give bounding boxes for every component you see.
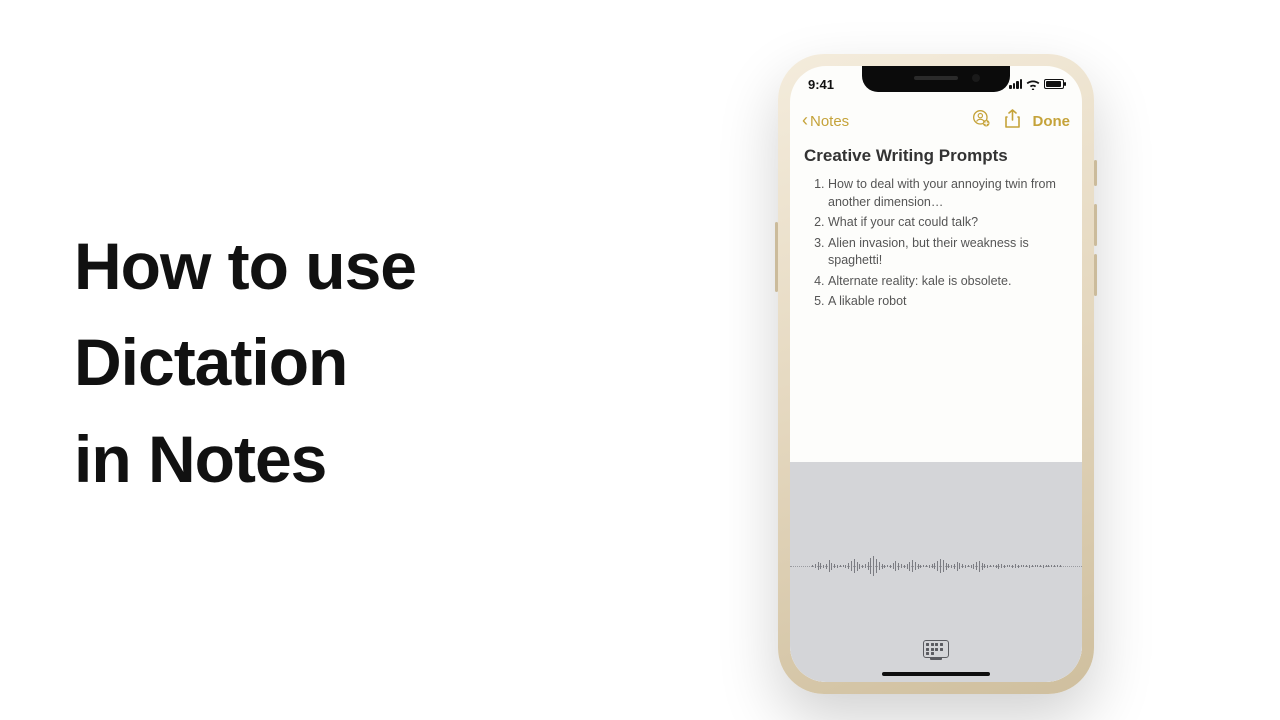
home-indicator[interactable] [882,672,990,676]
battery-icon [1044,79,1064,89]
add-person-button[interactable] [972,109,992,134]
headline-line1: How to use [74,218,634,314]
volume-down-button [1094,254,1097,296]
done-button[interactable]: Done [1033,113,1071,130]
power-button [775,222,778,292]
list-item: A likable robot [828,293,1068,311]
note-title: Creative Writing Prompts [804,146,1068,166]
status-icons [1009,79,1064,90]
back-label: Notes [810,113,849,130]
share-button[interactable] [1004,109,1021,134]
mute-switch [1094,160,1097,186]
headline-line2: Dictation [74,314,634,410]
tutorial-headline: How to use Dictation in Notes [74,218,634,507]
dictation-waveform [790,546,1082,586]
dictation-panel [790,462,1082,682]
phone-screen: 9:41 ‹ Notes [790,66,1082,682]
list-item: Alien invasion, but their weakness is sp… [828,235,1068,270]
keyboard-toggle-button[interactable] [923,640,949,658]
speaker-slot [914,76,958,80]
notes-nav-bar: ‹ Notes Done [790,104,1082,138]
list-item: Alternate reality: kale is obsolete. [828,273,1068,291]
front-camera [972,74,980,82]
status-time: 9:41 [808,77,834,92]
person-add-icon [972,109,992,129]
headline-line3: in Notes [74,411,634,507]
volume-up-button [1094,204,1097,246]
list-item: How to deal with your annoying twin from… [828,176,1068,211]
notch [862,66,1010,92]
list-item: What if your cat could talk? [828,214,1068,232]
chevron-left-icon: ‹ [802,110,808,131]
note-ordered-list: How to deal with your annoying twin from… [804,176,1068,311]
cellular-signal-icon [1009,79,1022,89]
wifi-icon [1026,79,1040,90]
share-icon [1004,109,1021,129]
back-button[interactable]: ‹ Notes [802,111,849,132]
phone-device: 9:41 ‹ Notes [778,54,1094,694]
